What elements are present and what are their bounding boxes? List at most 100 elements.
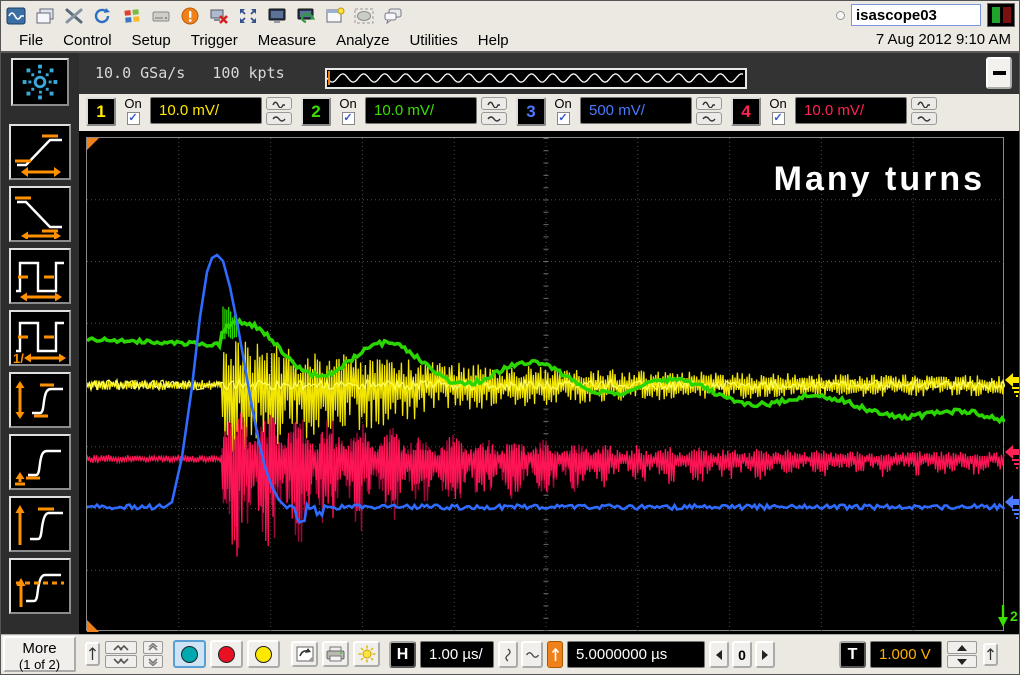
measure-base-button[interactable] — [9, 434, 71, 490]
windows-logo-icon[interactable] — [121, 6, 143, 26]
menu-utilities[interactable]: Utilities — [399, 30, 467, 51]
run-icon — [181, 646, 198, 663]
app-icon[interactable] — [5, 6, 27, 26]
channel-4-scale-field[interactable]: 10.0 mV/ — [795, 97, 907, 124]
channel-4-checkbox[interactable]: ✓ — [772, 112, 785, 125]
measure-pulse-width-button[interactable] — [9, 248, 71, 304]
menu-help[interactable]: Help — [468, 30, 519, 51]
channel-2-scale-field[interactable]: 10.0 mV/ — [365, 97, 477, 124]
channel-4-offset-button[interactable] — [911, 97, 937, 110]
windows-icon[interactable] — [34, 6, 56, 26]
offset-up-button[interactable] — [143, 641, 163, 654]
snapshot-icon[interactable] — [353, 6, 375, 26]
channel-2-offset-button[interactable] — [481, 97, 507, 110]
timebase-zoom-button[interactable] — [521, 641, 543, 668]
channel-4-setup-button[interactable] — [911, 112, 937, 125]
channel-3-setup-button[interactable] — [696, 112, 722, 125]
network-error-icon[interactable] — [208, 6, 230, 26]
timebase-fine-button[interactable] — [498, 641, 518, 668]
scope-app-window: File Control Setup Trigger Measure Analy… — [0, 0, 1020, 675]
trigger-level-field[interactable]: 1.000 V — [870, 641, 942, 668]
trigger-slope-up-button[interactable] — [983, 643, 998, 666]
more-button[interactable]: More (1 of 2) — [3, 636, 76, 672]
measure-rise-time-button[interactable] — [9, 124, 71, 180]
waveform-plot[interactable]: Many turns — [86, 137, 1004, 631]
position-right-button[interactable] — [755, 641, 775, 668]
agilent-spark-icon — [13, 57, 67, 107]
measure-frequency-button[interactable]: 1/ — [9, 310, 71, 366]
monitor-icon[interactable] — [266, 6, 288, 26]
host-radio[interactable] — [836, 11, 845, 20]
minimize-button[interactable] — [986, 57, 1012, 89]
menu-trigger[interactable]: Trigger — [181, 30, 248, 51]
channel-4-ground-marker[interactable]: 4 — [1004, 443, 1020, 469]
pan-up-button[interactable] — [85, 642, 100, 666]
clear-display-button[interactable] — [353, 641, 380, 667]
menu-bar: File Control Setup Trigger Measure Analy… — [1, 29, 1019, 51]
indicator-green-bar — [992, 7, 1000, 23]
tools-icon[interactable] — [63, 6, 85, 26]
export-button[interactable] — [291, 641, 318, 667]
measure-mean-button[interactable] — [9, 558, 71, 614]
menu-setup[interactable]: Setup — [122, 30, 181, 51]
chat-icon[interactable] — [382, 6, 404, 26]
alert-icon[interactable] — [179, 6, 201, 26]
level-up-button[interactable] — [947, 641, 977, 654]
expand-icon[interactable] — [237, 6, 259, 26]
channel-1-checkbox[interactable]: ✓ — [127, 112, 140, 125]
level-down-button[interactable] — [947, 655, 977, 668]
scale-down-button[interactable] — [105, 655, 137, 668]
channel-3-offset-button[interactable] — [696, 97, 722, 110]
channel-1-scale-field[interactable]: 10.0 mV/ — [150, 97, 262, 124]
trigger-slope-button[interactable] — [547, 641, 563, 668]
hostname-input[interactable] — [851, 4, 981, 26]
channel-2-offscreen-marker[interactable]: 2 — [995, 603, 1020, 629]
position-zero-button[interactable]: 0 — [732, 641, 752, 668]
channel-3-button[interactable]: 3 — [516, 97, 546, 126]
new-window-icon[interactable] — [324, 6, 346, 26]
acquisition-preview[interactable] — [325, 68, 747, 89]
position-left-button[interactable] — [709, 641, 729, 668]
measure-amplitude-button[interactable] — [9, 372, 71, 428]
channel-1-button[interactable]: 1 — [86, 97, 116, 126]
channel-2-setup-button[interactable] — [481, 112, 507, 125]
host-group — [836, 3, 1015, 27]
drive-icon[interactable] — [150, 6, 172, 26]
agilent-logo-button[interactable] — [11, 58, 69, 106]
channel-2-checkbox[interactable]: ✓ — [342, 112, 355, 125]
connection-indicator — [987, 3, 1015, 27]
run-button[interactable] — [173, 640, 206, 668]
channel-1-ground-marker[interactable]: 1 — [1004, 371, 1020, 397]
channel-1-setup-button[interactable] — [266, 112, 292, 125]
measure-maximum-button[interactable] — [9, 496, 71, 552]
svg-text:1/: 1/ — [13, 351, 24, 363]
channel-controls-row: 1 On✓ 10.0 mV/ 2 On✓ 10.0 mV/ 3 On✓ 500 … — [79, 94, 1019, 131]
timebase-scale-field[interactable]: 1.00 µs/ — [420, 641, 494, 668]
single-icon — [255, 646, 272, 663]
menu-control[interactable]: Control — [53, 30, 121, 51]
toolbar — [5, 3, 404, 29]
vertical-scale-stepper — [105, 641, 137, 668]
single-button[interactable] — [247, 640, 280, 668]
print-button[interactable] — [322, 641, 349, 667]
horizontal-button[interactable]: H — [389, 641, 416, 668]
offset-down-button[interactable] — [143, 655, 163, 668]
stop-button[interactable] — [210, 640, 243, 668]
menu-file[interactable]: File — [9, 30, 53, 51]
scale-up-button[interactable] — [105, 641, 137, 654]
channel-3-ground-marker[interactable]: 3 — [1004, 493, 1020, 519]
scope-display-area[interactable]: Many turns 1 4 3 2 — [79, 131, 1019, 636]
menu-analyze[interactable]: Analyze — [326, 30, 399, 51]
channel-1-offset-button[interactable] — [266, 97, 292, 110]
trigger-button[interactable]: T — [839, 641, 866, 668]
channel-4-button[interactable]: 4 — [731, 97, 761, 126]
horizontal-position-field[interactable]: 5.0000000 µs — [567, 641, 705, 668]
datetime-display: 7 Aug 2012 9:10 AM — [876, 31, 1011, 48]
menu-measure[interactable]: Measure — [248, 30, 326, 51]
measure-fall-time-button[interactable] — [9, 186, 71, 242]
refresh-icon[interactable] — [92, 6, 114, 26]
channel-2-button[interactable]: 2 — [301, 97, 331, 126]
monitor-refresh-icon[interactable] — [295, 6, 317, 26]
channel-3-checkbox[interactable]: ✓ — [557, 112, 570, 125]
channel-3-scale-field[interactable]: 500 mV/ — [580, 97, 692, 124]
